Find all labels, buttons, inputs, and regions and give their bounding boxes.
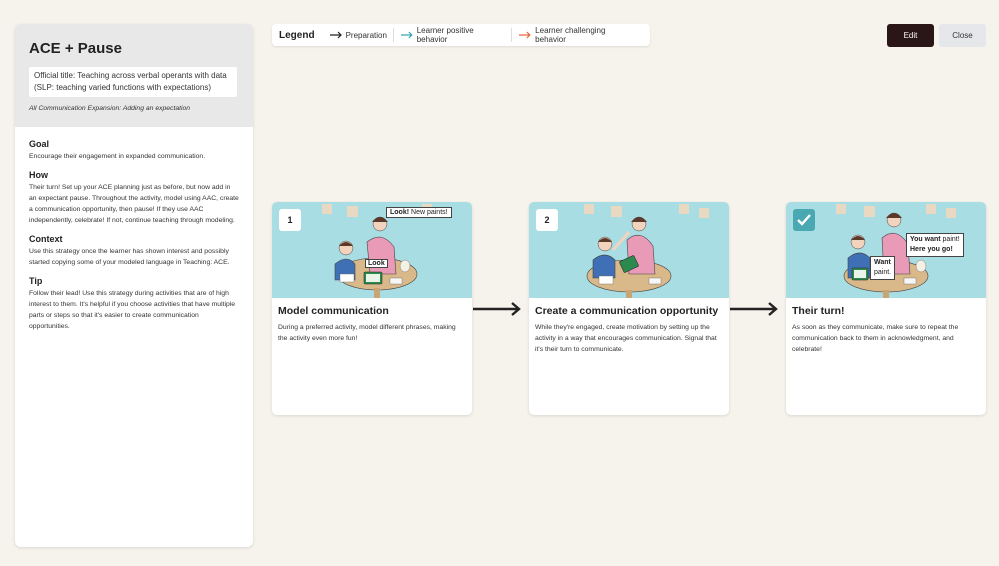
arrow-right-icon: [519, 31, 532, 39]
strategy-title: ACE + Pause: [29, 40, 122, 57]
step-illustration: You want paint! Here you go! Want paint.: [786, 202, 986, 298]
strategy-subtitle: All Communication Expansion: Adding an e…: [29, 105, 191, 112]
step-illustration: 2: [529, 202, 729, 298]
context-text: Use this strategy once the learner has s…: [29, 248, 230, 266]
step-illustration: 1 Look! New paints! Look: [272, 202, 472, 298]
illustration-scene: [584, 204, 709, 298]
legend-label: Preparation: [345, 30, 387, 40]
close-button[interactable]: Close: [939, 24, 986, 47]
child-speech-rest: paint.: [874, 269, 892, 276]
legend-item-challenging: Learner challenging behavior: [512, 26, 643, 44]
arrow-right-icon: [400, 31, 413, 39]
step-description: During a preferred activity, model diffe…: [278, 324, 456, 342]
edit-button[interactable]: Edit: [887, 24, 934, 47]
step-description: As soon as they communicate, make sure t…: [792, 324, 959, 353]
child-speech-bubble: Want paint.: [870, 256, 896, 280]
tip-text: Follow their lead! Use this strategy dur…: [29, 290, 236, 330]
step-title: Their turn!: [792, 305, 845, 317]
step-card-opportunity[interactable]: 2 Create a communication opportunity Whi…: [529, 202, 729, 415]
step-number-badge: 2: [536, 209, 558, 231]
child-speech-bold: Want: [874, 259, 891, 266]
checkmark-icon: [797, 214, 811, 226]
official-title: Official title: Teaching across verbal o…: [29, 67, 237, 97]
tip-heading: Tip: [29, 276, 43, 286]
legend-label: Learner challenging behavior: [535, 26, 606, 44]
strategy-details: Goal Encourage their engagement in expan…: [15, 127, 253, 352]
step-title: Create a communication opportunity: [535, 305, 719, 317]
strategy-header: ACE + Pause Official title: Teaching acr…: [15, 24, 253, 127]
speech-bold: Look!: [390, 209, 410, 216]
speech-rest: paint!: [940, 236, 960, 243]
legend-item-preparation: Preparation: [323, 31, 393, 40]
context-heading: Context: [29, 234, 63, 244]
legend-title: Legend: [279, 29, 315, 41]
step-card-their-turn[interactable]: You want paint! Here you go! Want paint.…: [786, 202, 986, 415]
speech-line2: Here you go!: [910, 246, 953, 253]
step-description: While they're engaged, create motivation…: [535, 324, 717, 353]
legend-item-positive: Learner positive behavior: [394, 26, 511, 44]
speech-rest: New paints!: [409, 209, 448, 216]
device-label: Look: [365, 259, 388, 268]
step-number-badge: 1: [279, 209, 301, 231]
arrow-right-icon: [329, 31, 342, 39]
speech-bubble: Look! New paints!: [386, 207, 452, 218]
legend-label: Learner positive behavior: [416, 26, 474, 44]
how-text: Their turn! Set up your ACE planning jus…: [29, 184, 239, 224]
goal-text: Encourage their engagement in expanded c…: [29, 153, 206, 160]
flow-arrow-icon: [730, 302, 778, 316]
flow-arrow-icon: [473, 302, 521, 316]
legend: Legend Preparation Learner positive beha…: [272, 24, 650, 46]
speech-bubble: You want paint! Here you go!: [906, 233, 964, 257]
step-title: Model communication: [278, 305, 389, 317]
goal-heading: Goal: [29, 139, 50, 149]
step-card-model[interactable]: 1 Look! New paints! Look Model communica…: [272, 202, 472, 415]
completed-check-badge: [793, 209, 815, 231]
how-heading: How: [29, 170, 48, 180]
strategy-panel: ACE + Pause Official title: Teaching acr…: [15, 24, 253, 547]
speech-bold: You want: [910, 236, 941, 243]
